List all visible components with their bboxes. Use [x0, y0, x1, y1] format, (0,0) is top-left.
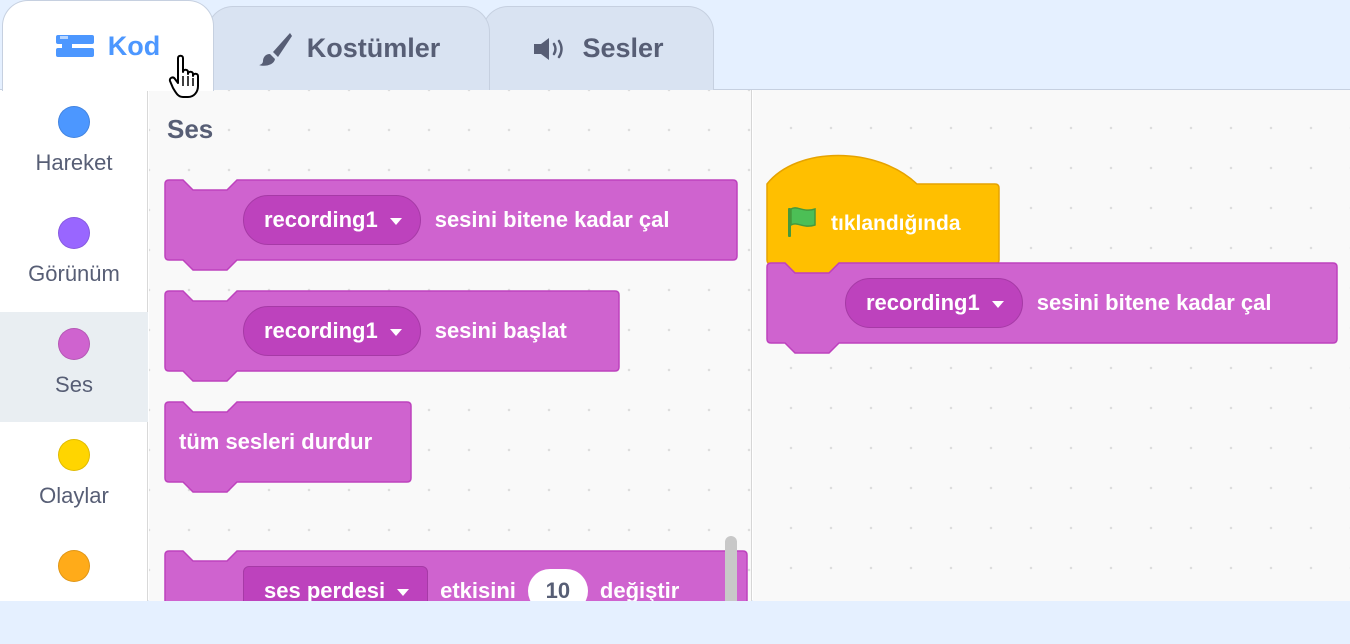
dropdown-value: recording1	[264, 207, 378, 232]
category-events[interactable]: Olaylar	[0, 423, 148, 533]
palette-scrollbar[interactable]	[725, 536, 737, 601]
block-text: etkisini	[440, 578, 516, 601]
tab-label: Sesler	[582, 33, 664, 63]
category-control[interactable]	[0, 534, 148, 644]
category-dot	[58, 217, 90, 249]
category-label: Hareket	[35, 150, 113, 175]
effect-amount-input[interactable]: 10	[527, 569, 588, 601]
tab-label: Kod	[107, 30, 161, 61]
dropdown-value: recording1	[264, 318, 378, 343]
dropdown-value: recording1	[866, 290, 980, 315]
green-flag-icon	[785, 205, 819, 244]
speaker-icon	[532, 36, 568, 62]
category-label: Olaylar	[39, 483, 109, 508]
caret-down-icon	[389, 217, 402, 225]
category-dot	[58, 550, 90, 582]
category-looks[interactable]: Görünüm	[0, 201, 148, 311]
code-editor: Hareket Görünüm Ses Olaylar Ses recordin…	[0, 89, 1350, 601]
tab-label: Kostümler	[306, 33, 441, 63]
palette-category-title: Ses	[167, 114, 214, 144]
category-menu: Hareket Görünüm Ses Olaylar	[0, 90, 148, 601]
category-motion[interactable]: Hareket	[0, 90, 148, 200]
block-text: sesini bitene kadar çal	[434, 207, 670, 232]
block-text: sesini başlat	[434, 318, 567, 343]
block-text: değiştir	[599, 578, 680, 601]
block-text: sesini bitene kadar çal	[1036, 290, 1272, 315]
block-text: tıklandığında	[831, 212, 961, 235]
sound-dropdown[interactable]: recording1	[243, 306, 421, 356]
caret-down-icon	[397, 588, 410, 596]
caret-down-icon	[389, 328, 402, 336]
hand-cursor-icon	[168, 54, 204, 105]
block-palette: Ses recording1 sesini bitene kadar çal r	[149, 90, 752, 601]
tab-sounds[interactable]: Sesler	[482, 6, 714, 90]
category-dot	[58, 328, 90, 360]
caret-down-icon	[991, 300, 1004, 308]
category-dot	[58, 439, 90, 471]
dropdown-value: ses perdesi	[264, 578, 386, 601]
sound-dropdown[interactable]: recording1	[845, 278, 1023, 328]
sound-dropdown[interactable]: recording1	[243, 195, 421, 245]
block-text: tüm sesleri durdur	[179, 429, 373, 454]
category-label: Ses	[55, 372, 93, 397]
code-icon	[55, 33, 94, 59]
category-dot	[58, 106, 90, 138]
effect-dropdown[interactable]: ses perdesi	[243, 566, 429, 601]
script-workspace[interactable]: tıklandığında recording1 sesini bitene k…	[753, 90, 1350, 601]
tab-costumes[interactable]: Kostümler	[207, 6, 490, 90]
category-label: Görünüm	[28, 261, 120, 286]
category-sound[interactable]: Ses	[0, 312, 148, 422]
paintbrush-icon	[257, 31, 293, 67]
